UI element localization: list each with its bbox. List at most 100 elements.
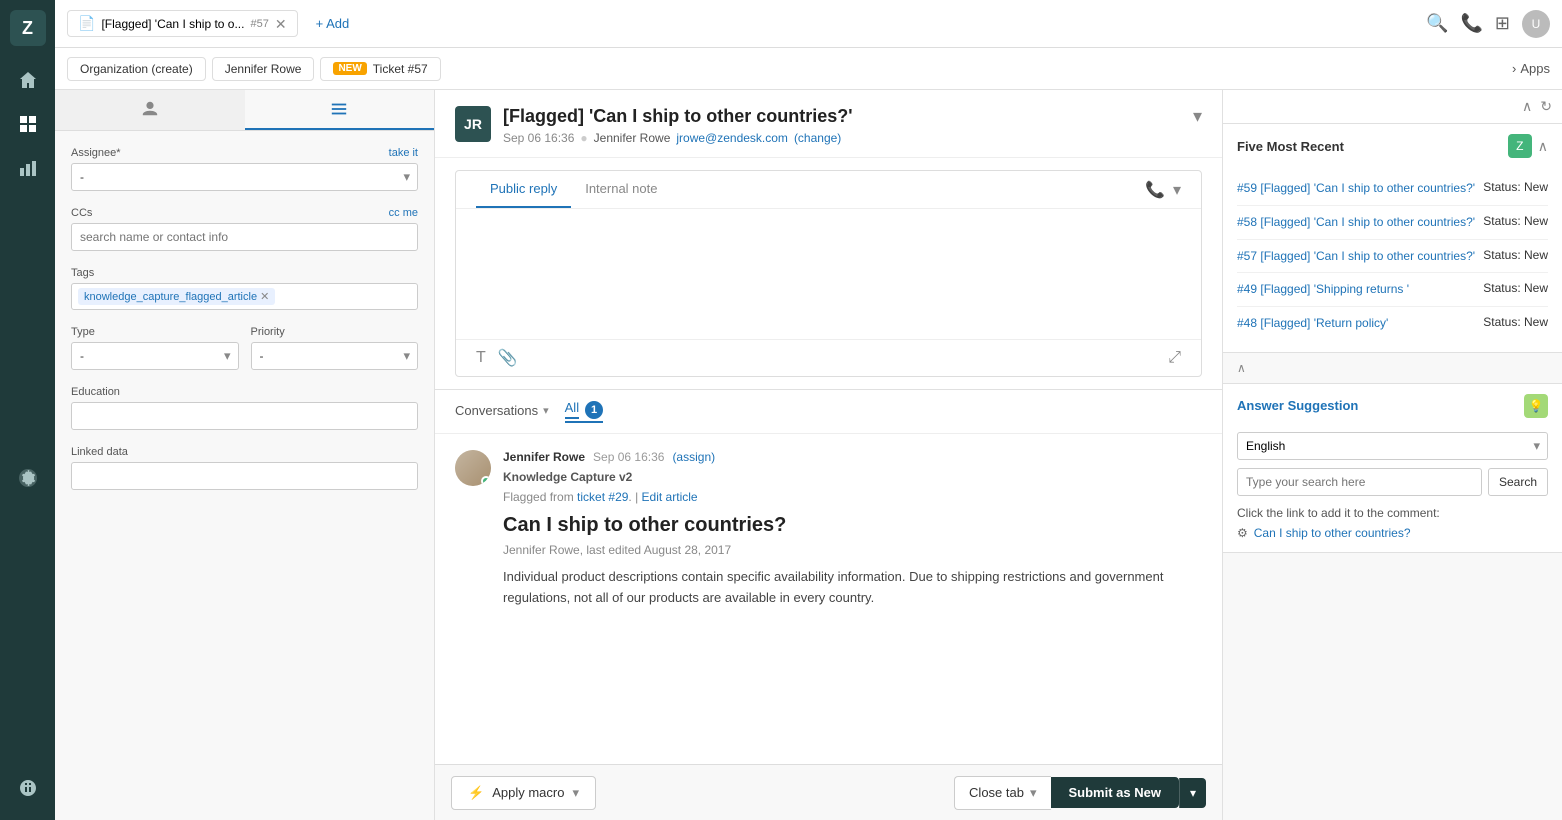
left-panel-body: Assignee* take it - CCs cc me — [55, 131, 434, 522]
ticket-author[interactable]: Jennifer Rowe — [594, 131, 671, 145]
article-title: Can I ship to other countries? — [503, 514, 1202, 537]
message-assign-link[interactable]: (assign) — [672, 450, 715, 464]
search-button[interactable]: Search — [1488, 468, 1548, 496]
nav-zendesk-icon[interactable] — [10, 770, 46, 806]
tags-container[interactable]: knowledge_capture_flagged_article ✕ — [71, 283, 418, 310]
linked-data-label-row: Linked data — [71, 446, 418, 458]
right-panel-collapse: ∧ ↻ — [1223, 90, 1562, 124]
search-row: Search — [1237, 468, 1548, 496]
apply-macro-button[interactable]: ⚡ Apply macro ▾ — [451, 776, 596, 810]
article-suggestion-link[interactable]: ⚙ Can I ship to other countries? — [1237, 526, 1548, 540]
reply-chevron-icon[interactable]: ▾ — [1173, 180, 1181, 200]
ticket-info: [Flagged] 'Can I ship to other countries… — [503, 106, 853, 145]
ticket-header-left: JR [Flagged] 'Can I ship to other countr… — [455, 106, 853, 145]
fmr-link-49[interactable]: #49 [Flagged] 'Shipping returns ' — [1237, 281, 1475, 298]
fmr-item-49: #49 [Flagged] 'Shipping returns ' Status… — [1237, 273, 1548, 307]
expand-icon[interactable]: ⤢ — [1168, 349, 1181, 367]
submit-button[interactable]: Submit as New — [1051, 777, 1179, 808]
nav-grid-icon[interactable] — [10, 106, 46, 142]
add-tab-button[interactable]: + Add — [308, 12, 358, 35]
language-select[interactable]: English — [1237, 432, 1548, 460]
type-select[interactable]: - — [71, 342, 239, 370]
priority-select-wrapper: - — [251, 342, 419, 370]
nav-home-icon[interactable] — [10, 62, 46, 98]
ticket-link[interactable]: ticket #29 — [577, 490, 628, 504]
fmr-link-48[interactable]: #48 [Flagged] 'Return policy' — [1237, 315, 1475, 332]
reply-body[interactable] — [456, 209, 1201, 339]
message-content: Jennifer Rowe Sep 06 16:36 (assign) Know… — [503, 450, 1202, 609]
language-select-wrapper: English — [1237, 432, 1548, 460]
nav-chart-icon[interactable] — [10, 150, 46, 186]
user-breadcrumb[interactable]: Jennifer Rowe — [212, 57, 315, 81]
message-author: Jennifer Rowe — [503, 450, 585, 464]
phone-reply-icon[interactable]: 📞 — [1145, 180, 1165, 200]
answer-search-input[interactable] — [1237, 468, 1482, 496]
user-avatar[interactable]: U — [1522, 10, 1550, 38]
fmr-link-59[interactable]: #59 [Flagged] 'Can I ship to other count… — [1237, 180, 1475, 197]
search-icon[interactable]: 🔍 — [1426, 13, 1448, 34]
refresh-icon[interactable]: ↻ — [1540, 98, 1552, 115]
tab-close-icon[interactable]: ✕ — [275, 17, 287, 31]
all-tab-wrapper: All 1 — [565, 400, 603, 423]
education-field-group: Education — [71, 386, 418, 430]
submit-dropdown-button[interactable]: ▾ — [1179, 778, 1206, 808]
tag-remove-icon[interactable]: ✕ — [260, 290, 269, 303]
text-format-icon[interactable]: T — [476, 349, 486, 367]
fmr-link-57[interactable]: #57 [Flagged] 'Can I ship to other count… — [1237, 248, 1475, 265]
nav-settings-icon[interactable] — [10, 460, 46, 496]
attach-icon[interactable]: 📎 — [498, 348, 518, 368]
article-link-text[interactable]: Can I ship to other countries? — [1254, 526, 1411, 540]
fmr-link-58[interactable]: #58 [Flagged] 'Can I ship to other count… — [1237, 214, 1475, 231]
edit-article-link[interactable]: Edit article — [642, 490, 698, 504]
apps-grid-icon[interactable]: ⊞ — [1495, 13, 1510, 34]
article-author: Jennifer Rowe, last edited August 28, 20… — [503, 543, 1202, 557]
left-tab-properties[interactable] — [245, 90, 435, 130]
answer-suggestion-header[interactable]: Answer Suggestion 💡 — [1223, 384, 1562, 428]
fmr-item-57: #57 [Flagged] 'Can I ship to other count… — [1237, 240, 1548, 274]
conversations-header: Conversations ▾ All 1 — [435, 390, 1222, 434]
type-select-wrapper: - — [71, 342, 239, 370]
linked-data-input[interactable] — [71, 462, 418, 490]
ccs-input[interactable] — [71, 223, 418, 251]
priority-label: Priority — [251, 326, 285, 338]
education-input[interactable] — [71, 402, 418, 430]
top-bar-right: 🔍 📞 ⊞ U — [1426, 10, 1550, 38]
ticket-email[interactable]: jrowe@zendesk.com — [676, 131, 788, 145]
all-count-badge: 1 — [585, 401, 603, 419]
apps-button[interactable]: › Apps — [1512, 61, 1550, 76]
left-tab-user[interactable] — [55, 90, 245, 130]
right-panel: ∧ ↻ Five Most Recent Z ∧ #59 [Flagged] '… — [1222, 90, 1562, 820]
collapse-icon[interactable]: ∧ — [1522, 98, 1532, 115]
ticket-options-btn[interactable]: ▾ — [1193, 106, 1202, 127]
all-tab[interactable]: All — [565, 400, 579, 419]
type-priority-row: Type - Priority — [71, 326, 418, 386]
content-layout: Assignee* take it - CCs cc me — [55, 90, 1562, 820]
fmr-toggle-icon[interactable]: ∧ — [1538, 138, 1548, 155]
lightning-icon: ⚡ — [468, 785, 484, 801]
five-most-recent-header[interactable]: Five Most Recent Z ∧ — [1223, 124, 1562, 168]
ticket-change-link[interactable]: (change) — [794, 131, 841, 145]
five-most-recent-section: Five Most Recent Z ∧ #59 [Flagged] 'Can … — [1223, 124, 1562, 353]
breadcrumb-right: › Apps — [1512, 61, 1550, 76]
public-reply-tab[interactable]: Public reply — [476, 171, 571, 208]
apps-label: Apps — [1520, 61, 1550, 76]
answer-suggestion-icon: 💡 — [1524, 394, 1548, 418]
conversations-tab[interactable]: Conversations ▾ — [455, 403, 549, 420]
internal-note-tab[interactable]: Internal note — [571, 171, 671, 208]
phone-icon[interactable]: 📞 — [1460, 13, 1482, 34]
ticket-tab[interactable]: 📄 [Flagged] 'Can I ship to o... #57 ✕ — [67, 10, 298, 37]
education-label-row: Education — [71, 386, 418, 398]
answer-suggestion-collapse[interactable]: ∧ — [1223, 353, 1562, 384]
org-breadcrumb[interactable]: Organization (create) — [67, 57, 206, 81]
cc-me-link[interactable]: cc me — [389, 207, 418, 219]
ticket-breadcrumb[interactable]: NEW Ticket #57 — [320, 57, 440, 81]
priority-field-group: Priority - — [251, 326, 419, 370]
conversations-label: Conversations — [455, 403, 538, 418]
tags-label: Tags — [71, 267, 94, 279]
type-field-group: Type - — [71, 326, 239, 370]
priority-select[interactable]: - — [251, 342, 419, 370]
close-tab-button[interactable]: Close tab ▾ — [954, 776, 1050, 810]
ticket-header: JR [Flagged] 'Can I ship to other countr… — [435, 90, 1222, 158]
assignee-select[interactable]: - — [71, 163, 418, 191]
take-it-link[interactable]: take it — [389, 147, 418, 159]
